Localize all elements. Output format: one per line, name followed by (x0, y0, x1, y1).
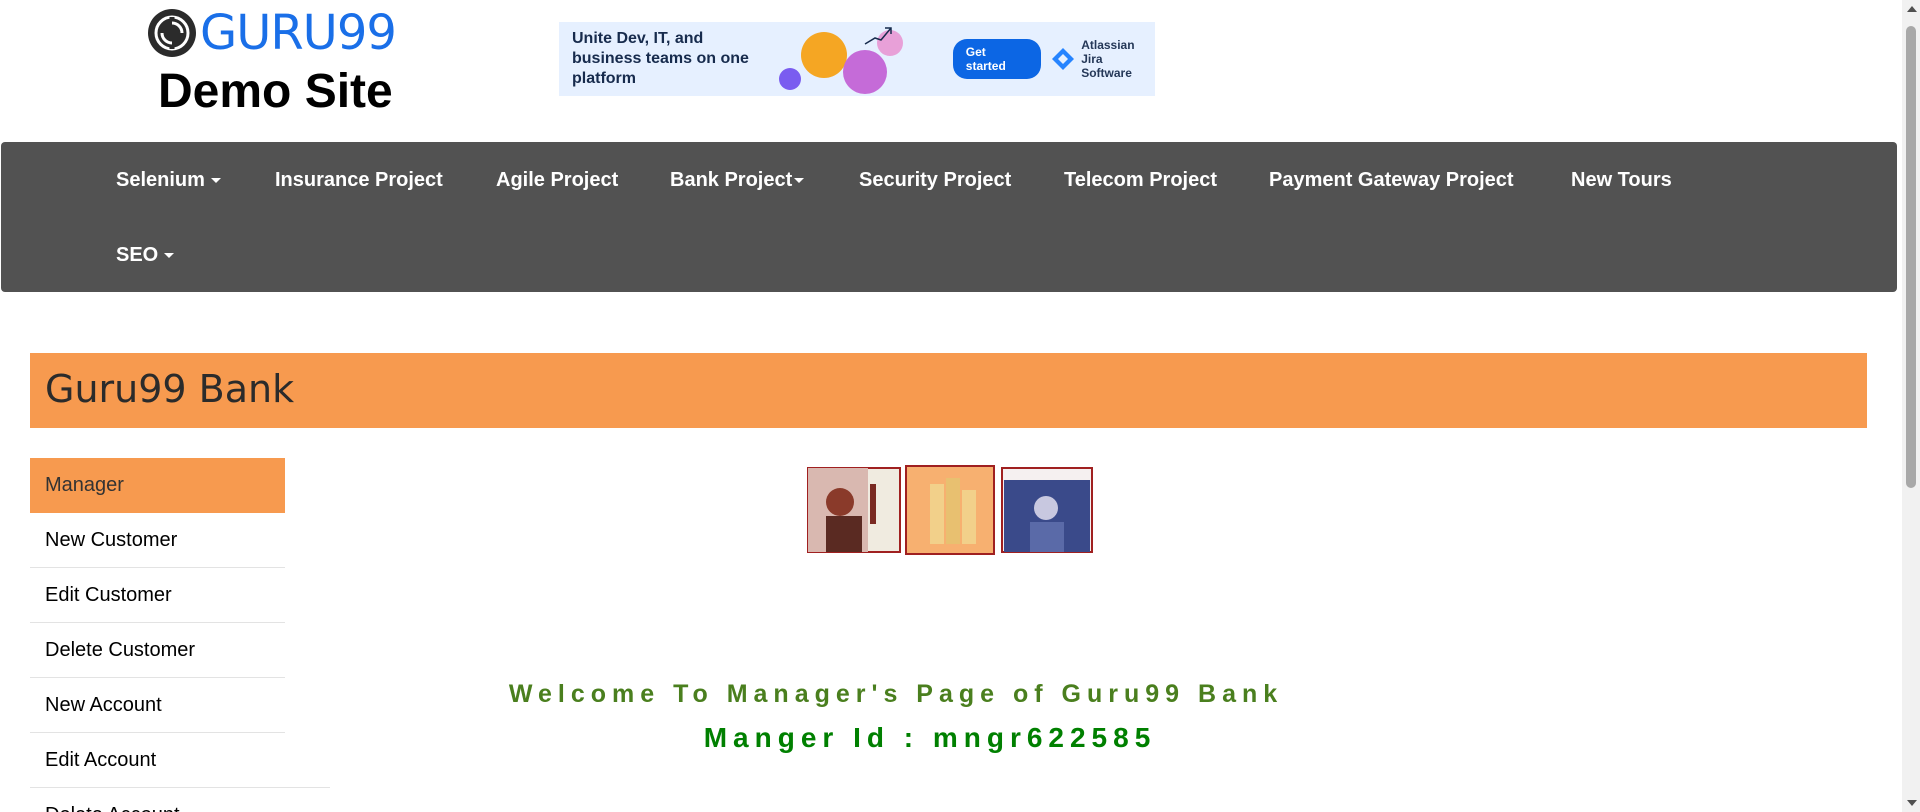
sidebar-item-manager[interactable]: Manager (30, 458, 285, 513)
manager-sidebar: Manager New Customer Edit Customer Delet… (30, 458, 330, 812)
nav-item-payment-gateway-project[interactable]: Payment Gateway Project (1269, 168, 1514, 192)
bank-photos (806, 464, 1094, 556)
ad-brand-company: Atlassian (1081, 38, 1135, 52)
guru99-logo-icon (148, 9, 196, 57)
scroll-up-arrow-icon[interactable] (1907, 6, 1917, 12)
page-title: Guru99 Bank (45, 367, 295, 411)
nav-item-insurance-project[interactable]: Insurance Project (275, 168, 443, 192)
caret-down-icon (794, 178, 805, 184)
ad-get-started-button[interactable]: Get started (952, 39, 1042, 79)
nav-item-label: Bank Project (670, 169, 793, 191)
ad-brand-product: Jira Software (1081, 52, 1132, 80)
sidebar-item-edit-customer[interactable]: Edit Customer (30, 568, 285, 623)
scrollbar-thumb[interactable] (1906, 26, 1916, 488)
sidebar-item-new-customer[interactable]: New Customer (30, 513, 285, 568)
bank-header: Guru99 Bank (30, 353, 1867, 428)
nav-item-label: Agile Project (496, 169, 619, 191)
nav-item-label: Payment Gateway Project (1269, 169, 1514, 191)
nav-item-telecom-project[interactable]: Telecom Project (1064, 168, 1217, 192)
nav-item-bank-project[interactable]: Bank Project (670, 168, 805, 192)
site-subtitle: Demo Site (158, 65, 393, 118)
nav-item-seo[interactable]: SEO (116, 243, 175, 267)
photo-woman-working (1001, 467, 1093, 553)
nav-item-selenium[interactable]: Selenium (116, 168, 221, 192)
manager-id: Manger Id : mngr622585 (703, 722, 1157, 753)
ad-headline: Unite Dev, IT, and business teams on one… (572, 30, 749, 87)
nav-item-new-tours[interactable]: New Tours (1571, 168, 1672, 192)
nav-item-label: Telecom Project (1064, 169, 1218, 191)
nav-item-label: SEO (116, 244, 159, 266)
caret-down-icon (210, 178, 221, 184)
welcome-message: Welcome To Manager's Page of Guru99 Bank (508, 680, 1284, 708)
sidebar-item-delete-account[interactable]: Delete Account (30, 788, 285, 812)
main-navbar: Selenium Insurance Project Agile Project… (1, 142, 1897, 292)
caret-down-icon (164, 253, 175, 259)
ad-banner[interactable]: Unite Dev, IT, and business teams on one… (559, 22, 1155, 96)
site-logo[interactable]: GURU99 Demo Site (148, 8, 408, 118)
logo-wordmark: GURU99 (200, 5, 397, 61)
nav-item-label: Insurance Project (275, 169, 443, 191)
scroll-down-arrow-icon[interactable] (1907, 800, 1917, 806)
sidebar-item-delete-customer[interactable]: Delete Customer (30, 623, 285, 678)
jira-logo-icon (1051, 47, 1075, 71)
photo-coin-stacks (905, 465, 995, 555)
page-scrollbar[interactable] (1902, 0, 1920, 812)
ad-people-illustration (779, 22, 927, 96)
nav-item-agile-project[interactable]: Agile Project (496, 168, 618, 192)
nav-item-label: Selenium (116, 169, 205, 191)
nav-item-label: New Tours (1571, 169, 1672, 191)
nav-item-security-project[interactable]: Security Project (859, 168, 1011, 192)
photo-man-on-phone (807, 467, 901, 553)
ad-brand: Atlassian Jira Software (1051, 38, 1155, 80)
nav-item-label: Security Project (859, 169, 1012, 191)
